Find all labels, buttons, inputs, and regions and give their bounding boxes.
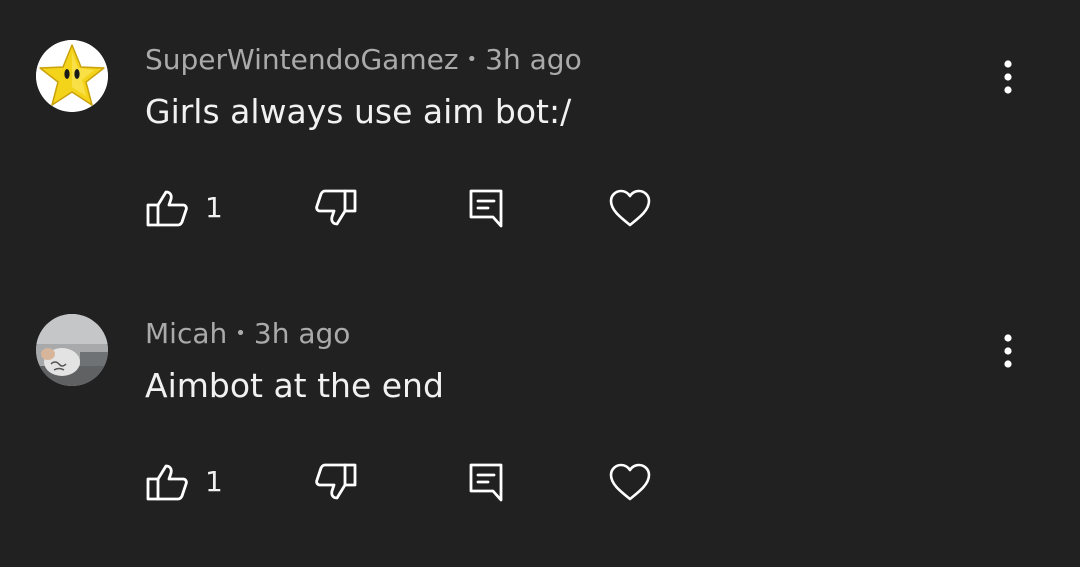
avatar[interactable] — [36, 40, 108, 112]
more-options-button[interactable] — [990, 329, 1026, 373]
comment-actions: 1 — [145, 460, 705, 504]
meta-separator: • — [466, 49, 478, 70]
user-photo-icon — [36, 314, 108, 386]
heart-icon — [609, 463, 651, 501]
dislike-button[interactable] — [314, 186, 358, 230]
dislike-button[interactable] — [314, 460, 358, 504]
comment-actions: 1 — [145, 186, 705, 230]
comment-text: Aimbot at the end — [145, 366, 444, 405]
reply-icon — [469, 463, 503, 502]
timestamp: 3h ago — [485, 43, 582, 76]
avatar[interactable] — [36, 314, 108, 386]
comment-text: Girls always use aim bot:/ — [145, 92, 572, 131]
like-count: 1 — [205, 191, 223, 224]
thumbs-down-icon — [315, 463, 357, 500]
comment-item: Micah • 3h ago Aimbot at the end 1 — [0, 314, 1080, 567]
reply-button[interactable] — [468, 460, 504, 504]
more-vertical-icon — [1004, 334, 1012, 368]
thumbs-up-icon — [146, 464, 188, 501]
comment-meta: Micah • 3h ago — [145, 315, 350, 353]
heart-button[interactable] — [608, 460, 652, 504]
star-icon — [36, 40, 108, 112]
thumbs-up-icon — [146, 190, 188, 227]
author-name[interactable]: SuperWintendoGamez — [145, 43, 459, 76]
reply-button[interactable] — [468, 186, 504, 230]
like-button[interactable]: 1 — [145, 460, 223, 504]
comments-list: SuperWintendoGamez • 3h ago Girls always u… — [0, 0, 1080, 567]
author-name[interactable]: Micah — [145, 317, 227, 350]
like-button[interactable]: 1 — [145, 186, 223, 230]
more-vertical-icon — [1004, 60, 1012, 94]
comment-item: SuperWintendoGamez • 3h ago Girls always u… — [0, 40, 1080, 310]
heart-icon — [609, 189, 651, 227]
thumbs-down-icon — [315, 189, 357, 226]
heart-button[interactable] — [608, 186, 652, 230]
more-options-button[interactable] — [990, 55, 1026, 99]
timestamp: 3h ago — [253, 317, 351, 350]
comment-meta: SuperWintendoGamez • 3h ago — [145, 41, 582, 79]
meta-separator: • — [235, 323, 246, 344]
like-count: 1 — [205, 465, 223, 498]
reply-icon — [469, 189, 503, 228]
